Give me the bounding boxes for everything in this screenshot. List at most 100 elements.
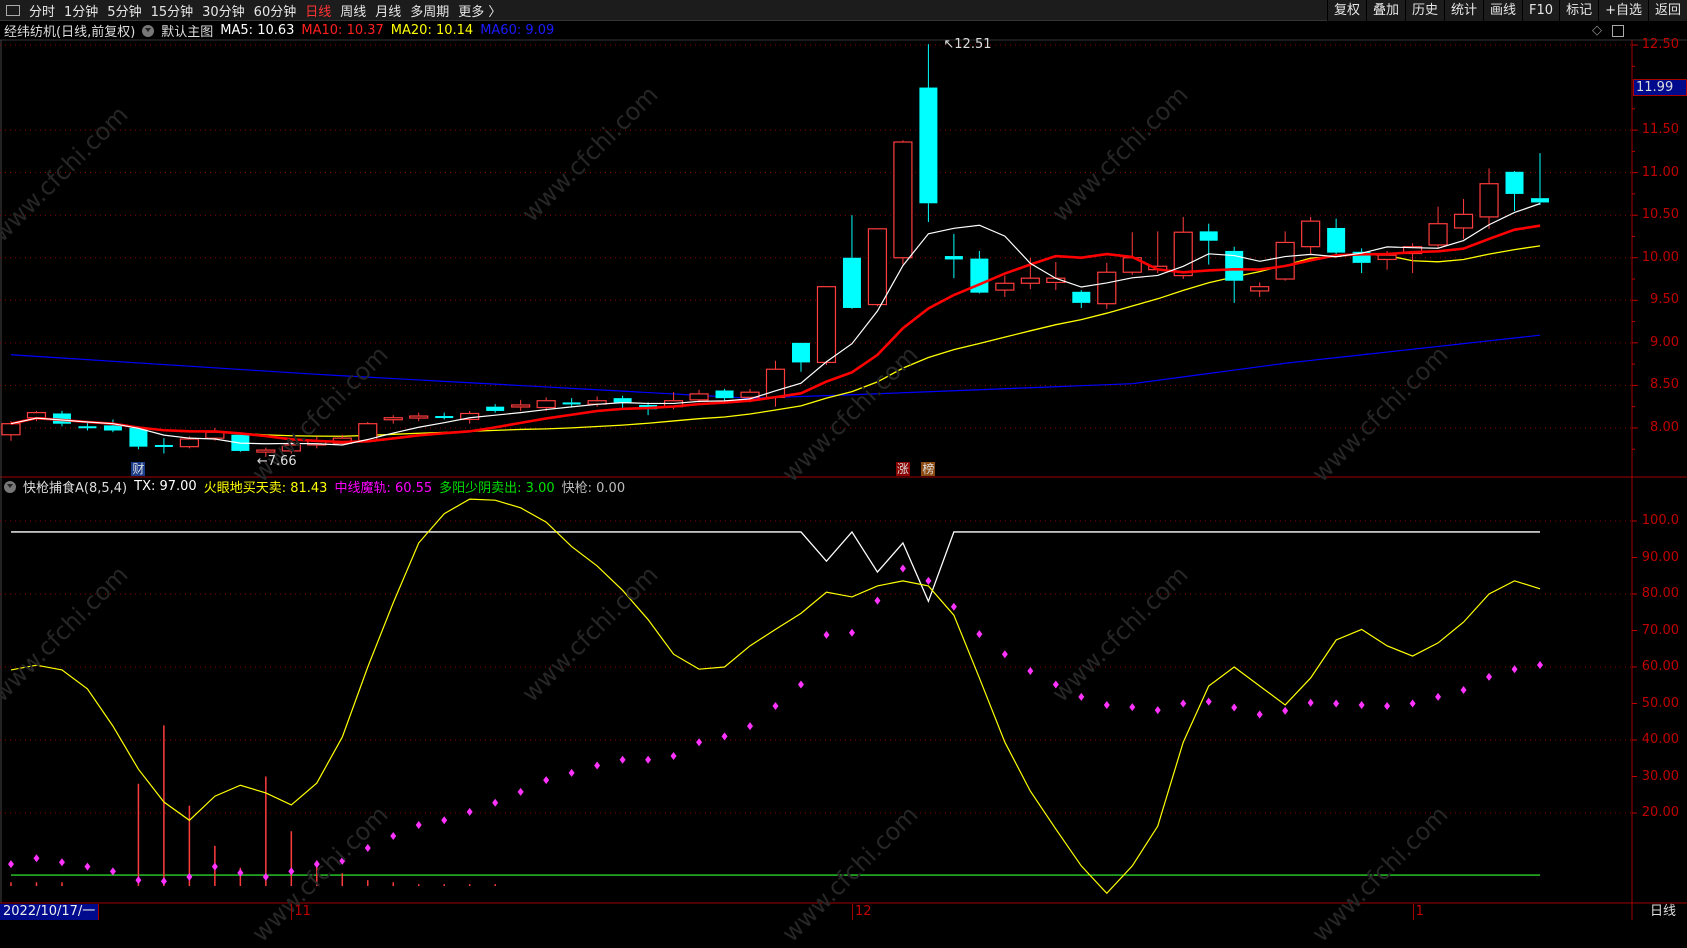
mid-track-dot bbox=[1537, 660, 1543, 669]
price-axis-label: 10.00 bbox=[1641, 249, 1679, 265]
mid-value: 中线魔轨: 60.55 bbox=[334, 481, 433, 496]
tx-line bbox=[11, 530, 1540, 604]
candle-up bbox=[995, 282, 1015, 291]
candle-down bbox=[78, 426, 97, 429]
mid-track-dot bbox=[594, 761, 601, 770]
mid-track-dot bbox=[772, 702, 779, 711]
indicator-axis-label: 70.00 bbox=[1641, 622, 1679, 638]
price-axis-label: 12.50 bbox=[1641, 37, 1679, 52]
mid-track-dot bbox=[211, 862, 218, 871]
candle-down bbox=[1531, 198, 1549, 203]
candle-down bbox=[129, 427, 148, 447]
mid-track-dot bbox=[848, 628, 855, 637]
mid-track-dot bbox=[1180, 699, 1187, 708]
mid-track-dot bbox=[1154, 706, 1161, 715]
mid-track-dot bbox=[823, 630, 830, 639]
mid-track-dot bbox=[874, 596, 881, 605]
mid-track-dot bbox=[1384, 702, 1391, 711]
price-axis-label: 11.50 bbox=[1641, 122, 1679, 138]
mid-track-dot bbox=[84, 862, 91, 871]
candle-down bbox=[154, 444, 173, 447]
mid-track-dot bbox=[1205, 697, 1212, 706]
mid-track-dot bbox=[1511, 665, 1518, 674]
price-axis-label: 9.00 bbox=[1650, 334, 1679, 350]
mid-track-dot bbox=[976, 630, 983, 639]
mid-track-dot bbox=[1282, 706, 1289, 715]
gun-value: 快枪: 0.00 bbox=[561, 481, 626, 496]
mid-track-dot bbox=[1052, 680, 1059, 689]
candle-down bbox=[1327, 227, 1346, 253]
candle-down bbox=[791, 342, 810, 363]
indicator-axis-label: 90.00 bbox=[1641, 549, 1679, 565]
mid-track-dot bbox=[670, 752, 677, 761]
indicator-legend: 快枪捕食A(8,5,4) TX: 97.00 火眼地买天卖: 81.43 中线魔… bbox=[4, 477, 626, 496]
high-price-annotation: ↖12.51 bbox=[943, 37, 992, 53]
mid-track-dot bbox=[543, 776, 550, 785]
mid-track-dot bbox=[925, 576, 932, 585]
sell-value: 多阳少阴卖出: 3.00 bbox=[439, 481, 555, 496]
price-axis-label: 10.50 bbox=[1641, 207, 1679, 223]
candle-up bbox=[536, 400, 556, 409]
event-marker: 财 bbox=[131, 462, 146, 476]
candle-up bbox=[1, 423, 21, 436]
candle-up bbox=[256, 449, 276, 453]
candle-up bbox=[409, 415, 429, 419]
mid-track-dot bbox=[747, 722, 754, 731]
mid-track-dot bbox=[58, 858, 65, 867]
candle-down bbox=[1505, 171, 1524, 194]
mid-track-dot bbox=[364, 844, 371, 853]
date-axis-label: 11 bbox=[291, 904, 311, 920]
event-marker: 榜 bbox=[921, 462, 936, 476]
mid-track-dot bbox=[1103, 700, 1110, 709]
indicator-axis-label: 80.00 bbox=[1641, 586, 1679, 601]
mid-track-dot bbox=[1231, 703, 1238, 712]
mid-track-dot bbox=[1001, 650, 1008, 659]
candle-down bbox=[435, 416, 454, 419]
mid-track-dot bbox=[1027, 667, 1034, 676]
mid-track-dot bbox=[1409, 699, 1416, 708]
candle-up bbox=[1377, 254, 1397, 261]
indicator-axis-label: 100.0 bbox=[1641, 513, 1679, 528]
mid-track-dot bbox=[466, 807, 473, 816]
mid-track-dot bbox=[1435, 692, 1442, 701]
indicator-name[interactable]: 快枪捕食A(8,5,4) bbox=[23, 477, 127, 496]
period-label: 日线 bbox=[1650, 904, 1677, 919]
mid-track-dot bbox=[313, 860, 320, 869]
mid-track-dot bbox=[1333, 699, 1340, 708]
mid-track-dot bbox=[619, 755, 626, 764]
candle-down bbox=[715, 390, 734, 399]
dropdown-icon[interactable] bbox=[4, 480, 16, 493]
mid-track-dot bbox=[1078, 692, 1085, 701]
mid-track-dot bbox=[390, 831, 397, 840]
indicator-axis-label: 30.00 bbox=[1641, 768, 1679, 784]
candle-down bbox=[103, 425, 122, 431]
current-price-label: 11.99 bbox=[1633, 79, 1687, 96]
mid-track-dot bbox=[109, 867, 116, 876]
mid-track-dot bbox=[1486, 672, 1493, 681]
mid-track-dot bbox=[160, 877, 167, 886]
mid-track-dot bbox=[721, 732, 728, 741]
mid-track-dot bbox=[645, 755, 652, 764]
candle-up bbox=[383, 417, 403, 421]
candle-up bbox=[1301, 220, 1321, 248]
candle-down bbox=[842, 257, 861, 308]
mid-track-dot bbox=[696, 738, 703, 747]
candle-up bbox=[1479, 183, 1499, 218]
mid-track-dot bbox=[288, 867, 295, 876]
ma20-line bbox=[10, 245, 1541, 437]
price-axis-label: 11.00 bbox=[1641, 164, 1679, 180]
candle-up bbox=[893, 141, 913, 259]
mid-track-dot bbox=[186, 872, 193, 881]
mid-track-dot bbox=[1129, 703, 1136, 712]
candle-up bbox=[1250, 286, 1270, 292]
candle-up bbox=[1275, 241, 1295, 280]
indicator-axis-label: 20.00 bbox=[1641, 805, 1679, 820]
candle-up bbox=[816, 286, 837, 364]
indicator-axis-label: 40.00 bbox=[1641, 732, 1679, 747]
chart-canvas[interactable] bbox=[0, 0, 1687, 920]
tx-value: TX: 97.00 bbox=[134, 479, 197, 494]
date-axis-label: 12 bbox=[851, 904, 871, 920]
candle-down bbox=[1199, 231, 1218, 241]
indicator-axis-label: 60.00 bbox=[1641, 659, 1679, 674]
candle-up bbox=[867, 228, 888, 306]
